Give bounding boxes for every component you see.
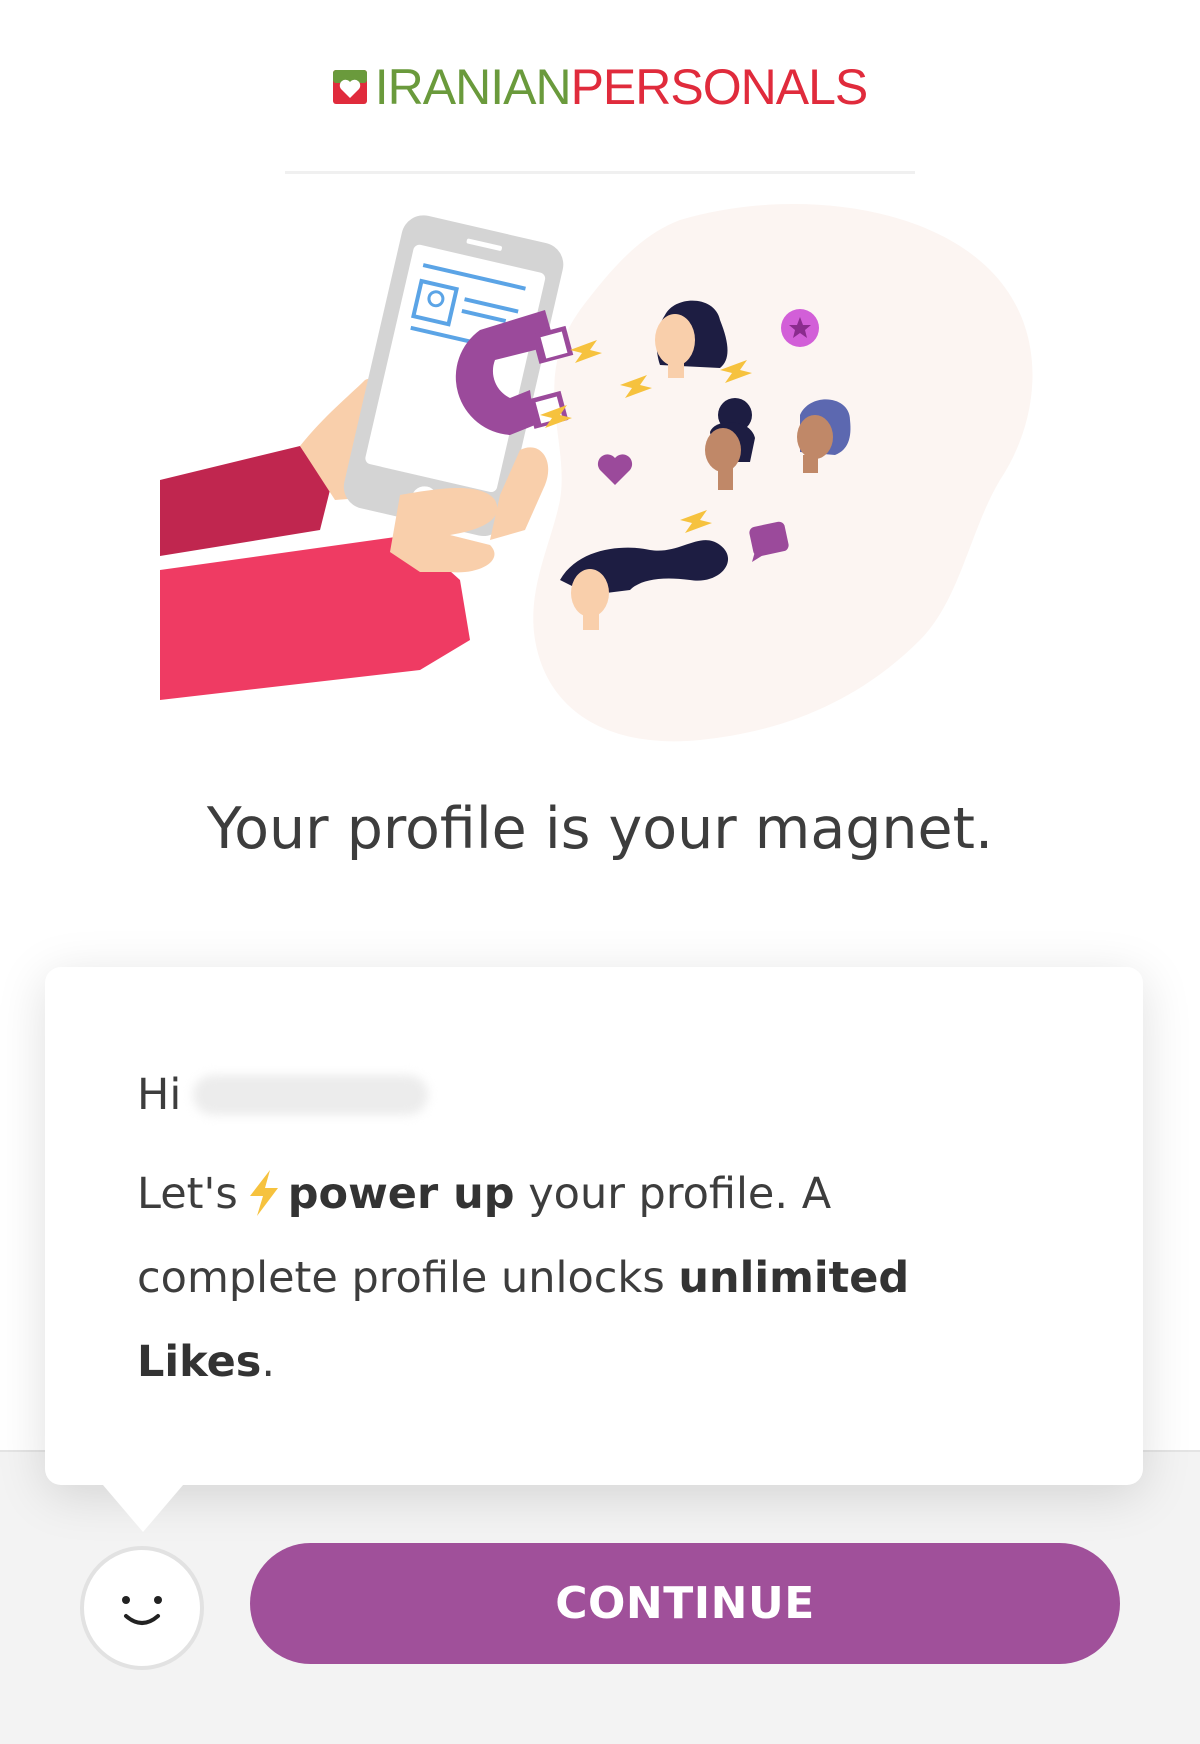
header-divider	[285, 171, 915, 174]
logo-text-iranian: IRANIAN	[374, 59, 572, 115]
continue-button[interactable]: CONTINUE	[250, 1543, 1120, 1664]
magnet-attracting-profiles-illustration	[160, 204, 1033, 742]
message-text-3: .	[261, 1337, 276, 1387]
redacted-user-name	[193, 1075, 429, 1115]
smiley-face-icon	[122, 1596, 162, 1625]
page-headline: Your profile is your magnet.	[206, 796, 994, 862]
greeting: Hi	[137, 1070, 429, 1120]
greeting-text: Hi	[137, 1070, 182, 1120]
tooltip-pointer	[97, 1478, 189, 1532]
message-bold-power-up: power up	[287, 1169, 515, 1219]
lightning-bolt-icon	[249, 1170, 278, 1216]
message-text-1: Let's	[137, 1169, 238, 1219]
brand-logo: IRANIANPERSONALS	[0, 52, 1200, 122]
assistant-avatar-button[interactable]	[80, 1546, 204, 1670]
heart-logo-icon	[332, 70, 367, 104]
tooltip-message: Let's power up your profile. A complete p…	[137, 1152, 1007, 1404]
logo-text-personals: PERSONALS	[570, 59, 869, 115]
